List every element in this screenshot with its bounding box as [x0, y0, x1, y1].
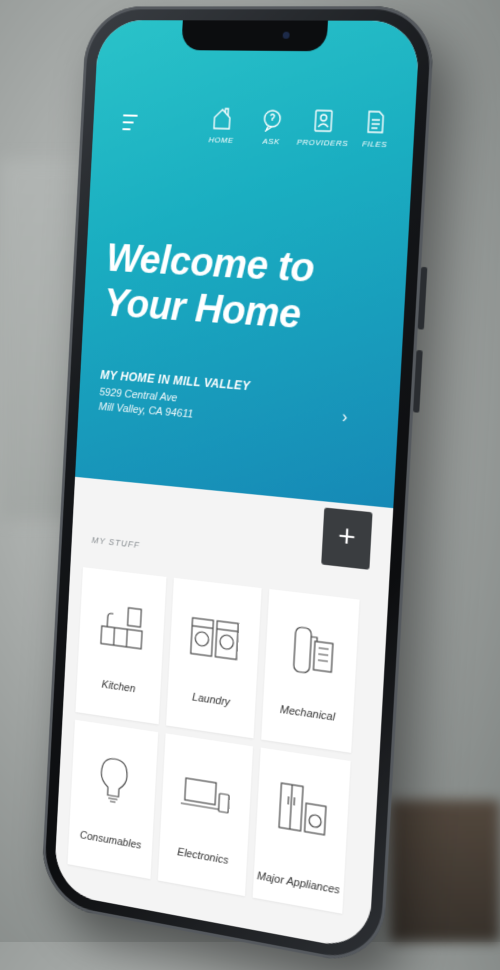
camera-icon — [283, 32, 290, 39]
phone-notch — [181, 20, 328, 51]
nav-item-files[interactable]: FILES — [352, 109, 399, 149]
hamburger-icon — [123, 114, 138, 116]
kitchen-icon — [95, 596, 149, 657]
category-grid: Kitchen Laundry Mechanical Consumables E… — [68, 567, 360, 914]
chat-icon — [261, 107, 284, 132]
home-address-card[interactable]: MY HOME IN MILL VALLEY 5929 Central Ave … — [98, 368, 349, 434]
section-title: MY STUFF — [91, 535, 140, 550]
nav-label: HOME — [208, 135, 233, 145]
providers-icon — [312, 108, 335, 133]
welcome-title: Welcome to Your Home — [103, 235, 327, 339]
nav-label: PROVIDERS — [297, 138, 349, 149]
category-tile-major-appliances[interactable]: Major Appliances — [252, 748, 350, 914]
category-label: Electronics — [159, 843, 246, 870]
category-tile-laundry[interactable]: Laundry — [166, 578, 261, 739]
nav-item-providers[interactable]: PROVIDERS — [300, 108, 346, 148]
nav-item-home[interactable]: HOME — [200, 106, 244, 145]
menu-button[interactable] — [122, 114, 147, 136]
hero-section: HOME ASK PROVIDERS FILES Welcome to Your… — [75, 20, 420, 508]
nav-label: FILES — [362, 139, 388, 149]
files-icon — [364, 109, 388, 134]
category-tile-kitchen[interactable]: Kitchen — [75, 567, 166, 724]
fridge-icon — [273, 778, 331, 843]
category-tile-mechanical[interactable]: Mechanical — [261, 589, 360, 753]
lightbulb-icon — [87, 749, 141, 812]
phone-mockup: HOME ASK PROVIDERS FILES Welcome to Your… — [40, 6, 435, 968]
laundry-icon — [186, 607, 242, 670]
category-label: Major Appliances — [253, 870, 344, 898]
category-label: Laundry — [168, 688, 255, 712]
category-label: Consumables — [69, 828, 153, 854]
background-table — [390, 800, 500, 942]
home-icon — [211, 106, 233, 130]
nav-item-ask[interactable]: ASK — [250, 107, 295, 146]
nav-label: ASK — [262, 137, 280, 147]
add-item-button[interactable]: + — [321, 508, 372, 570]
laptop-icon — [178, 763, 234, 827]
category-label: Mechanical — [262, 701, 353, 726]
phone-screen: HOME ASK PROVIDERS FILES Welcome to Your… — [53, 20, 420, 951]
chevron-right-icon: › — [341, 409, 347, 428]
top-nav: HOME ASK PROVIDERS FILES — [200, 106, 399, 149]
water-heater-icon — [282, 619, 341, 683]
category-tile-consumables[interactable]: Consumables — [68, 720, 159, 879]
category-tile-electronics[interactable]: Electronics — [158, 733, 253, 896]
category-label: Kitchen — [77, 675, 161, 699]
